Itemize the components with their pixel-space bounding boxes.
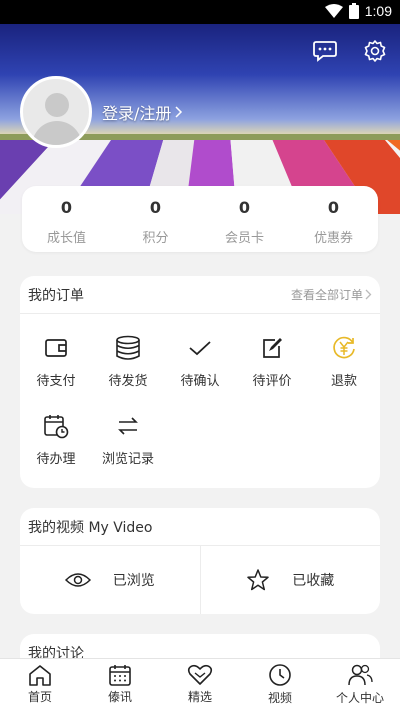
settings-button[interactable] — [362, 38, 388, 64]
wallet-icon — [45, 338, 67, 357]
stat-label: 优惠券 — [313, 231, 353, 246]
stat-value: 0 — [60, 198, 73, 217]
stat-coupons[interactable]: 0 优惠券 — [289, 186, 378, 252]
tab-featured[interactable]: 精选 — [160, 659, 240, 710]
bottom-tab-bar: 首页 傣讯 精选 视频 个人中心 — [0, 658, 400, 710]
heart-icon — [187, 664, 213, 685]
orders-header: 我的订单 查看全部订单 — [20, 276, 380, 314]
eye-icon — [64, 573, 91, 587]
tab-label: 个人中心 — [335, 691, 384, 705]
favorited-videos-button[interactable]: 已收藏 — [199, 546, 381, 614]
video-title: 我的视频 My Video — [28, 519, 153, 536]
gear-icon — [364, 40, 386, 62]
stat-growth[interactable]: 0 成长值 — [22, 186, 111, 252]
status-time: 1:09 — [364, 3, 392, 19]
wifi-icon — [324, 4, 343, 18]
tab-profile[interactable]: 个人中心 — [320, 659, 400, 710]
viewed-videos-button[interactable]: 已浏览 — [20, 546, 200, 614]
orders-title: 我的订单 — [28, 287, 84, 304]
chevron-right-icon — [175, 106, 183, 118]
stat-value: 0 — [149, 198, 162, 217]
swap-arrows-icon — [118, 416, 138, 435]
order-status-label: 待发货 — [108, 373, 148, 389]
favorited-label: 已收藏 — [292, 573, 335, 589]
stat-value: 0 — [238, 198, 251, 217]
home-icon — [29, 665, 51, 686]
video-header: 我的视频 My Video — [20, 508, 380, 546]
order-status-grid: 待支付 待发货 待确认 待评价 退款 待办理 浏览记录 — [20, 314, 380, 478]
orders-card: 我的订单 查看全部订单 待支付 待发货 待确认 待评价 退款 待办理 浏览记录 — [20, 276, 380, 488]
check-icon — [189, 340, 211, 355]
order-pending-shipment[interactable]: 待发货 — [92, 322, 164, 400]
stat-points[interactable]: 0 积分 — [111, 186, 200, 252]
order-pending-review[interactable]: 待评价 — [236, 322, 308, 400]
stats-card: 0 成长值 0 积分 0 会员卡 0 优惠券 — [22, 186, 378, 252]
status-bar: 1:09 — [0, 0, 400, 24]
avatar-head-shape — [45, 93, 69, 117]
coins-icon — [116, 335, 140, 360]
tab-news[interactable]: 傣讯 — [80, 659, 160, 710]
tab-label: 傣讯 — [107, 690, 132, 704]
avatar[interactable] — [20, 76, 92, 148]
tab-video[interactable]: 视频 — [240, 659, 320, 710]
stat-label: 成长值 — [46, 231, 86, 246]
chevron-right-icon — [365, 289, 372, 300]
login-label: 登录/注册 — [102, 104, 172, 123]
login-register-link[interactable]: 登录/注册 — [102, 100, 183, 124]
order-pending-confirm[interactable]: 待确认 — [164, 322, 236, 400]
refund-yen-icon — [333, 336, 355, 358]
stat-label: 会员卡 — [224, 231, 264, 246]
order-refund[interactable]: 退款 — [308, 322, 380, 400]
message-icon — [313, 41, 337, 62]
browse-history[interactable]: 浏览记录 — [92, 400, 164, 478]
people-icon — [348, 664, 373, 686]
order-status-label: 待评价 — [252, 373, 292, 389]
calendar-icon — [109, 665, 131, 686]
tab-label: 精选 — [187, 690, 212, 704]
view-all-label: 查看全部订单 — [290, 288, 363, 302]
battery-icon — [348, 3, 359, 19]
order-status-label: 退款 — [330, 373, 357, 389]
stat-label: 积分 — [142, 231, 169, 246]
video-actions: 已浏览 已收藏 — [20, 546, 380, 614]
order-status-label: 待支付 — [36, 373, 76, 389]
order-status-label: 浏览记录 — [101, 451, 154, 467]
order-status-label: 待办理 — [36, 451, 76, 467]
message-button[interactable] — [312, 38, 338, 64]
clock-icon — [269, 664, 291, 686]
tab-label: 视频 — [267, 691, 292, 705]
stat-value: 0 — [327, 198, 340, 217]
order-pending-payment[interactable]: 待支付 — [20, 322, 92, 400]
order-status-label: 待确认 — [180, 373, 220, 389]
star-icon — [247, 569, 269, 591]
edit-icon — [263, 337, 282, 358]
viewed-label: 已浏览 — [112, 573, 155, 589]
stat-member-card[interactable]: 0 会员卡 — [200, 186, 289, 252]
tab-home[interactable]: 首页 — [0, 659, 80, 710]
avatar-body-shape — [32, 121, 82, 145]
calendar-clock-icon — [44, 414, 69, 438]
view-all-orders-link[interactable]: 查看全部订单 — [291, 286, 372, 303]
order-pending-process[interactable]: 待办理 — [20, 400, 92, 478]
tab-label: 首页 — [27, 690, 52, 704]
video-card: 我的视频 My Video 已浏览 已收藏 — [20, 508, 380, 614]
